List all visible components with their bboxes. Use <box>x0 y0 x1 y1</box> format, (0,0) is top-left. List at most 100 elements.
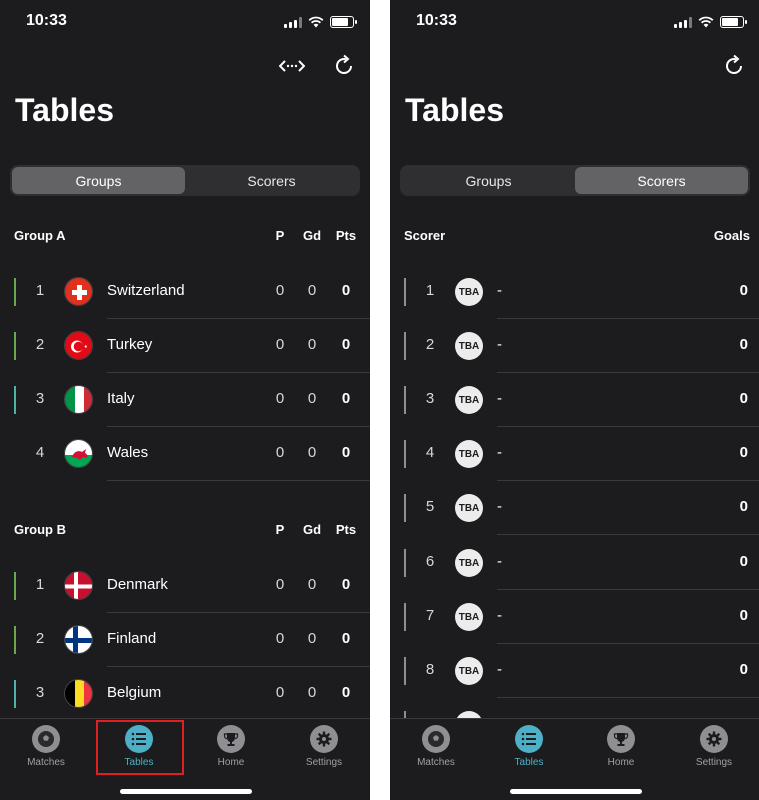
scorer-name: - <box>497 553 502 570</box>
segment-groups[interactable]: Groups <box>12 167 185 194</box>
scorer-name: - <box>497 498 502 515</box>
soccer-ball-icon <box>422 725 450 753</box>
scorer-row[interactable]: 5 TBA - 0 <box>390 481 759 535</box>
team-position: 4 <box>35 444 45 461</box>
rank-indicator <box>404 549 406 577</box>
goal-diff-header: Gd <box>302 522 322 537</box>
group-b-header: Group B P Gd Pts <box>0 522 370 542</box>
segment-groups[interactable]: Groups <box>402 167 575 194</box>
tba-badge: TBA <box>455 494 483 522</box>
status-icons <box>284 16 357 28</box>
status-time: 10:33 <box>26 12 67 29</box>
segment-scorers[interactable]: Scorers <box>575 167 748 194</box>
trophy-icon <box>217 725 245 753</box>
expand-arrows-button[interactable] <box>278 52 306 80</box>
scorer-column-header: Scorer <box>404 228 446 243</box>
scorer-position: 6 <box>425 553 435 570</box>
scorers-screen: 10:33 Tables Groups Scorers Scorer Goals… <box>390 0 759 800</box>
battery-icon <box>330 16 357 28</box>
scorers-header: Scorer Goals <box>390 228 759 248</box>
scorer-row[interactable]: 7 TBA - 0 <box>390 590 759 644</box>
tba-badge: TBA <box>455 386 483 414</box>
scorer-goals: 0 <box>739 607 748 624</box>
scorer-position: 2 <box>425 336 435 353</box>
battery-icon <box>720 16 747 28</box>
tab-matches[interactable]: Matches <box>396 725 476 775</box>
finland-flag-icon <box>64 625 93 654</box>
tba-badge: TBA <box>455 657 483 685</box>
scorer-row[interactable]: 4 TBA - 0 <box>390 427 759 481</box>
team-played: 0 <box>275 576 285 593</box>
team-points: 0 <box>341 282 351 299</box>
home-indicator <box>120 789 252 794</box>
team-row[interactable]: 3 Italy 0 0 0 <box>0 373 370 427</box>
scorer-row[interactable]: 8 TBA - 0 <box>390 644 759 698</box>
list-icon <box>515 725 543 753</box>
switzerland-flag-icon <box>64 277 93 306</box>
page-title: Tables <box>405 92 504 128</box>
team-row[interactable]: 4 Wales 0 0 0 <box>0 427 370 481</box>
home-indicator <box>510 789 642 794</box>
tab-bar: Matches Tables Home Settings <box>0 718 370 800</box>
tab-matches[interactable]: Matches <box>6 725 86 775</box>
page-title: Tables <box>15 92 114 128</box>
rank-indicator <box>404 332 406 360</box>
third-place-indicator <box>14 386 16 414</box>
tba-badge: TBA <box>455 332 483 360</box>
refresh-button[interactable] <box>330 52 358 80</box>
team-row[interactable]: 2 Turkey 0 0 0 <box>0 319 370 373</box>
row-divider <box>497 534 759 535</box>
rank-indicator <box>404 494 406 522</box>
tab-home[interactable]: Home <box>581 725 661 775</box>
tab-label: Tables <box>514 757 544 768</box>
team-name: Turkey <box>107 336 153 353</box>
segment-scorers[interactable]: Scorers <box>185 167 358 194</box>
qualify-indicator <box>14 332 16 360</box>
team-points: 0 <box>341 336 351 353</box>
tab-settings[interactable]: Settings <box>674 725 754 775</box>
team-points: 0 <box>341 576 351 593</box>
team-position: 1 <box>35 282 45 299</box>
rank-indicator <box>404 603 406 631</box>
team-row[interactable]: 2 Finland 0 0 0 <box>0 613 370 667</box>
gear-icon <box>310 725 338 753</box>
refresh-icon <box>726 54 742 74</box>
belgium-flag-icon <box>64 679 93 708</box>
scorer-row[interactable]: 1 TBA - 0 <box>390 265 759 319</box>
team-name: Italy <box>107 390 135 407</box>
scorer-position: 8 <box>425 661 435 678</box>
tba-badge: TBA <box>455 603 483 631</box>
team-points: 0 <box>341 630 351 647</box>
team-row[interactable]: 3 Belgium 0 0 0 <box>0 667 370 721</box>
scorer-name: - <box>497 661 502 678</box>
tab-tables[interactable]: Tables <box>489 725 569 775</box>
group-name: Group A <box>14 228 66 243</box>
team-name: Wales <box>107 444 149 461</box>
scorer-position: 3 <box>425 390 435 407</box>
team-row[interactable]: 1 Denmark 0 0 0 <box>0 559 370 613</box>
denmark-flag-icon <box>64 571 93 600</box>
scorer-name: - <box>497 390 502 407</box>
cellular-signal-icon <box>674 16 692 28</box>
status-bar: 10:33 <box>390 12 759 34</box>
scorer-position: 7 <box>425 607 435 624</box>
team-row[interactable]: 1 Switzerland 0 0 0 <box>0 265 370 319</box>
tab-settings[interactable]: Settings <box>284 725 364 775</box>
tab-home[interactable]: Home <box>191 725 271 775</box>
scorer-name: - <box>497 444 502 461</box>
scorer-row[interactable]: 2 TBA - 0 <box>390 319 759 373</box>
team-played: 0 <box>275 444 285 461</box>
tba-badge: TBA <box>455 440 483 468</box>
team-played: 0 <box>275 684 285 701</box>
tba-badge: TBA <box>455 278 483 306</box>
team-goal-diff: 0 <box>307 336 317 353</box>
status-time: 10:33 <box>416 12 457 29</box>
groups-screen: 10:33 Tables Groups Scorers Group A P Gd… <box>0 0 370 800</box>
team-name: Finland <box>107 630 157 647</box>
scorer-row[interactable]: 6 TBA - 0 <box>390 536 759 590</box>
rank-indicator <box>404 278 406 306</box>
segmented-control: Groups Scorers <box>400 165 750 196</box>
tba-badge: TBA <box>455 549 483 577</box>
scorer-row[interactable]: 3 TBA - 0 <box>390 373 759 427</box>
refresh-button[interactable] <box>720 52 748 80</box>
